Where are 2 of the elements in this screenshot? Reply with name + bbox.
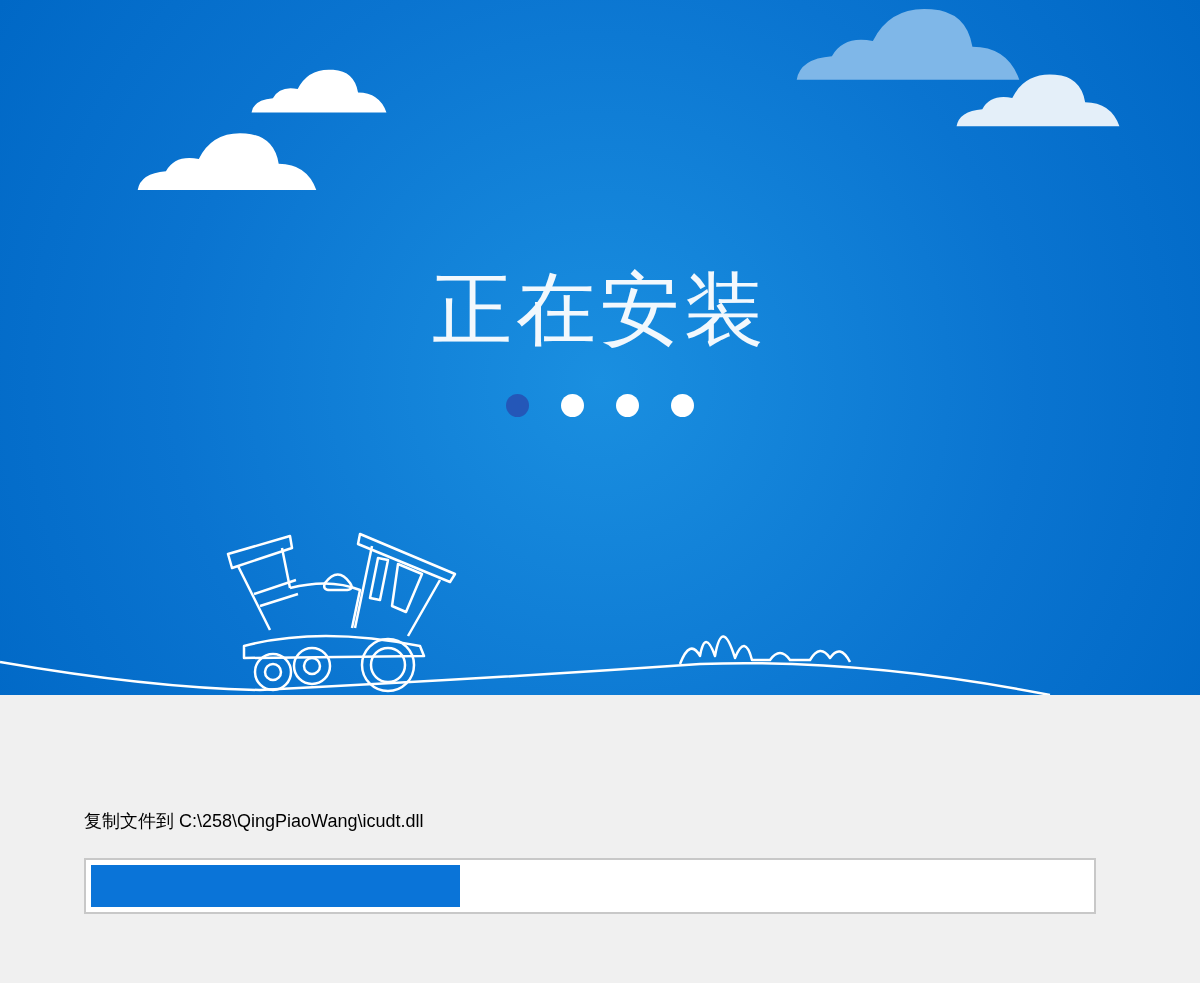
installing-title: 正在安装 [432,270,768,350]
status-text: 复制文件到 C:\258\QingPiaoWang\icudt.dll [84,810,425,833]
